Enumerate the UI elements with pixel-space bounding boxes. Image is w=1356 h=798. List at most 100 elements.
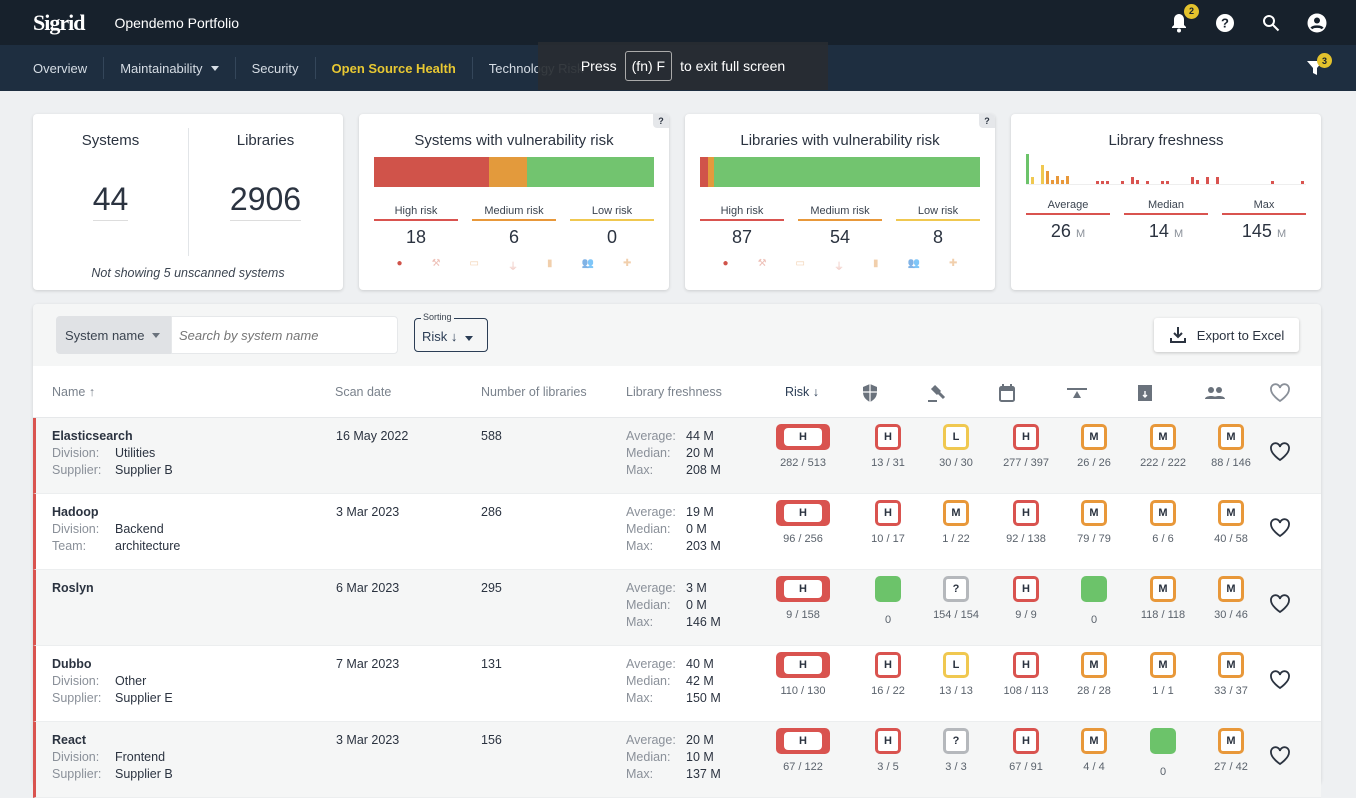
col-favorite[interactable] <box>1269 383 1291 406</box>
freshness-icon[interactable]: ▭ <box>796 258 805 273</box>
portfolio-name[interactable]: Opendemo Portfolio <box>114 15 239 31</box>
system-name[interactable]: Elasticsearch <box>52 429 173 443</box>
risk-stacked-bar[interactable] <box>374 157 654 187</box>
account-button[interactable] <box>1306 12 1328 34</box>
sigrid-logo[interactable]: Sigrid <box>33 10 85 36</box>
table-row[interactable]: Roslyn 6 Mar 2023 295 Average: 3 M Median: 0 M… <box>33 570 1321 646</box>
system-name[interactable]: React <box>52 733 173 747</box>
vulnerability-icon[interactable]: ● <box>723 258 729 273</box>
filter-button[interactable]: 3 <box>1306 53 1332 82</box>
risk-stat[interactable]: Medium risk 54 <box>798 205 882 248</box>
systems-count[interactable]: 44 <box>92 181 129 221</box>
notifications-button[interactable]: 2 <box>1168 3 1199 34</box>
category-risk[interactable]: M 79 / 79 <box>1054 500 1134 545</box>
category-risk[interactable]: ? 3 / 3 <box>916 728 996 773</box>
management-icon[interactable]: 👥 <box>582 258 594 273</box>
overall-risk[interactable]: H 9 / 158 <box>763 576 843 621</box>
libraries-count[interactable]: 2906 <box>229 181 302 221</box>
category-risk[interactable]: M 4 / 4 <box>1054 728 1134 773</box>
category-risk[interactable]: M 1 / 22 <box>916 500 996 545</box>
system-name[interactable]: Roslyn <box>52 581 94 595</box>
category-risk[interactable]: M 88 / 146 <box>1191 424 1271 469</box>
histogram-bar <box>1051 180 1054 184</box>
overall-risk[interactable]: H 110 / 130 <box>763 652 843 697</box>
nav-overview[interactable]: Overview <box>33 57 103 79</box>
col-scan-date[interactable]: Scan date <box>335 385 391 399</box>
management-icon[interactable]: 👥 <box>908 258 920 273</box>
freshness-stat[interactable]: Max 145 M <box>1222 199 1306 242</box>
freshness-icon[interactable]: ▭ <box>470 258 479 273</box>
risk-stat[interactable]: Medium risk 6 <box>472 205 556 248</box>
search-field-select[interactable]: System name <box>56 316 171 354</box>
legal-icon[interactable]: ⚒ <box>432 258 441 273</box>
search-button[interactable] <box>1260 12 1282 34</box>
bar-segment-none[interactable] <box>714 157 980 187</box>
stability-icon[interactable]: ▮ <box>547 258 553 273</box>
export-excel-button[interactable]: Export to Excel <box>1154 318 1299 352</box>
system-name[interactable]: Dubbo <box>52 657 173 671</box>
bar-segment-medium[interactable] <box>488 157 527 187</box>
legal-icon[interactable]: ⚒ <box>758 258 767 273</box>
activity-icon[interactable]: ⏚ <box>508 258 518 273</box>
help-button[interactable]: ? <box>1214 12 1236 34</box>
col-freshness[interactable]: Library freshness <box>626 385 722 399</box>
favorite-button[interactable] <box>1269 442 1291 467</box>
stability-icon[interactable]: ▮ <box>873 258 879 273</box>
risk-stacked-bar[interactable] <box>700 157 980 187</box>
health-icon[interactable]: ✚ <box>623 258 631 273</box>
table-row[interactable]: Hadoop Division: Backend Team: architecture 3… <box>33 494 1321 570</box>
histogram-bar <box>1121 181 1124 184</box>
col-stability[interactable] <box>1136 383 1154 406</box>
category-risk[interactable]: ? 154 / 154 <box>916 576 996 621</box>
activity-icon[interactable]: ⏚ <box>834 258 844 273</box>
col-management[interactable] <box>1203 383 1227 406</box>
bar-segment-none[interactable] <box>526 157 654 187</box>
system-name[interactable]: Hadoop <box>52 505 180 519</box>
col-activity[interactable] <box>1066 383 1088 406</box>
freshness-stat[interactable]: Average 26 M <box>1026 199 1110 242</box>
col-legal[interactable] <box>927 383 947 406</box>
col-vulnerability[interactable] <box>861 383 879 406</box>
category-risk[interactable]: L 13 / 13 <box>916 652 996 697</box>
help-badge[interactable]: ? <box>979 114 995 128</box>
table-row[interactable]: Dubbo Division: Other Supplier: Supplier E 7 … <box>33 646 1321 722</box>
health-icon[interactable]: ✚ <box>949 258 957 273</box>
category-risk[interactable]: L 30 / 30 <box>916 424 996 469</box>
risk-stat[interactable]: Low risk 0 <box>570 205 654 248</box>
category-risk[interactable]: M 28 / 28 <box>1054 652 1134 697</box>
favorite-button[interactable] <box>1269 670 1291 695</box>
col-name[interactable]: Name ↑ <box>52 385 95 399</box>
favorite-button[interactable] <box>1269 746 1291 771</box>
freshness-stat[interactable]: Median 14 M <box>1124 199 1208 242</box>
nav-maintainability[interactable]: Maintainability <box>103 57 234 79</box>
risk-chip: M <box>1150 652 1176 678</box>
nav-open-source-health[interactable]: Open Source Health <box>314 57 472 79</box>
col-freshness-risk[interactable] <box>998 383 1016 406</box>
overall-risk[interactable]: H 67 / 122 <box>763 728 843 773</box>
col-num-libraries[interactable]: Number of libraries <box>481 385 587 399</box>
risk-chip: M <box>1218 500 1244 526</box>
bar-segment-high[interactable] <box>700 157 709 187</box>
sorting-select[interactable]: Sorting Risk ↓ <box>414 312 488 352</box>
help-badge[interactable]: ? <box>653 114 669 128</box>
risk-stat[interactable]: High risk 87 <box>700 205 784 248</box>
vulnerability-icon[interactable]: ● <box>397 258 403 273</box>
table-row[interactable]: React Division: Frontend Supplier: Supplier … <box>33 722 1321 798</box>
col-risk[interactable]: Risk ↓ <box>785 385 819 399</box>
table-row[interactable]: Elasticsearch Division: Utilities Supplier:… <box>33 418 1321 494</box>
category-risk[interactable]: 0 <box>1054 576 1134 626</box>
overall-risk[interactable]: H 282 / 513 <box>763 424 843 469</box>
overall-risk[interactable]: H 96 / 256 <box>763 500 843 545</box>
bar-segment-high[interactable] <box>374 157 489 187</box>
system-search-input[interactable] <box>171 316 398 354</box>
category-risk[interactable]: M 40 / 58 <box>1191 500 1271 545</box>
category-risk[interactable]: M 30 / 46 <box>1191 576 1271 621</box>
favorite-button[interactable] <box>1269 518 1291 543</box>
nav-security[interactable]: Security <box>234 57 315 79</box>
category-risk[interactable]: M 27 / 42 <box>1191 728 1271 773</box>
risk-stat[interactable]: High risk 18 <box>374 205 458 248</box>
category-risk[interactable]: M 33 / 37 <box>1191 652 1271 697</box>
category-risk[interactable]: M 26 / 26 <box>1054 424 1134 469</box>
favorite-button[interactable] <box>1269 594 1291 619</box>
risk-stat[interactable]: Low risk 8 <box>896 205 980 248</box>
